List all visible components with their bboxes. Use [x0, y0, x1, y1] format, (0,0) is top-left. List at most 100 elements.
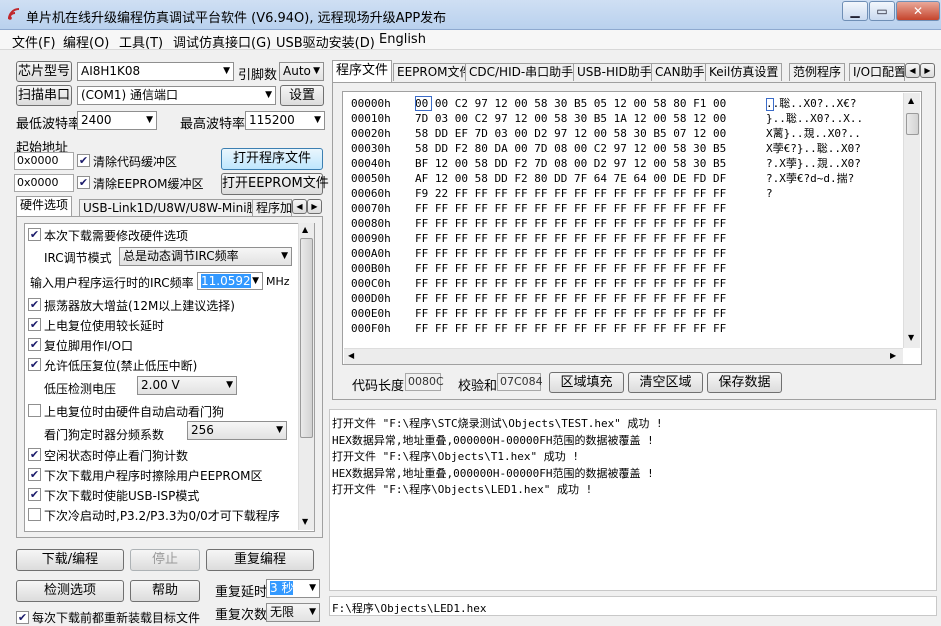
open-eeprom-file-button[interactable]: 打开EEPROM文件 — [221, 173, 329, 195]
hex-horizontal-scrollbar[interactable]: ◀ ▶ — [344, 348, 903, 364]
lvd-voltage-label: 低压检测电压 — [44, 382, 117, 396]
scroll-left-icon[interactable]: ◀ — [348, 351, 354, 360]
scroll-right-icon[interactable]: ▶ — [890, 351, 896, 360]
usb-isp-label: 下次下载时使能USB-ISP模式 — [44, 489, 200, 503]
tab-examples[interactable]: 范例程序 — [789, 63, 846, 81]
help-button[interactable]: 帮助 — [130, 580, 200, 602]
hex-bytes[interactable]: FF FF FF FF FF FF FF FF FF FF FF FF FF F… — [415, 231, 726, 246]
tab-hardware-options[interactable]: 硬件选项 — [16, 196, 73, 217]
tab-can-helper[interactable]: CAN助手 — [651, 63, 709, 81]
tab-scroll-left-icon[interactable]: ◀ — [292, 199, 307, 214]
tab-cdc-hid-serial[interactable]: CDC/HID-串口助手 — [465, 63, 578, 81]
maximize-button[interactable]: ▭ — [869, 1, 895, 21]
tab-io-config[interactable]: I/O口配置 — [849, 63, 905, 81]
hex-bytes[interactable]: FF FF FF FF FF FF FF FF FF FF FF FF FF F… — [415, 261, 726, 276]
menu-program[interactable]: 编程(O) — [63, 32, 109, 51]
detect-options-button[interactable]: 检测选项 — [16, 580, 124, 602]
osc-gain-checkbox[interactable]: ✔ — [28, 298, 41, 311]
scroll-down-icon[interactable]: ▼ — [302, 517, 308, 526]
reprogram-button[interactable]: 重复编程 — [206, 549, 314, 571]
menu-tools[interactable]: 工具(T) — [119, 32, 163, 51]
reset-as-io-checkbox[interactable]: ✔ — [28, 338, 41, 351]
tab-keil-sim[interactable]: Keil仿真设置 — [705, 63, 783, 81]
settings-button[interactable]: 设置 — [280, 85, 324, 106]
cold-start-checkbox[interactable]: ✔ — [28, 508, 41, 521]
open-program-file-button[interactable]: 打开程序文件 — [221, 148, 323, 170]
hex-bytes[interactable]: 00 00 C2 97 12 00 58 30 B5 05 12 00 58 8… — [415, 96, 726, 111]
minimize-button[interactable]: ▁ — [842, 1, 868, 21]
long-delay-checkbox[interactable]: ✔ — [28, 318, 41, 331]
clear-eeprom-checkbox[interactable]: ✔ — [77, 176, 90, 189]
tab-usb-hid-helper[interactable]: USB-HID助手 — [573, 63, 656, 81]
title-bar: 单片机在线升级编程仿真调试平台软件 (V6.94O), 远程现场升级APP发布 … — [0, 0, 941, 30]
clear-region-button[interactable]: 清空区域 — [628, 372, 703, 393]
code-start-address-input[interactable]: 0x0000 — [14, 152, 74, 170]
hex-bytes[interactable]: FF FF FF FF FF FF FF FF FF FF FF FF FF F… — [415, 306, 726, 321]
hw-options-scrollbar[interactable]: ▲ ▼ — [298, 223, 314, 530]
reload-before-download-checkbox[interactable]: ✔ — [16, 611, 29, 624]
region-fill-button[interactable]: 区域填充 — [549, 372, 624, 393]
irc-frequency-select[interactable]: 11.0592 ▼ — [197, 272, 263, 290]
stop-button[interactable]: 停止 — [130, 549, 200, 571]
scan-port-button[interactable]: 扫描串口 — [16, 85, 72, 106]
irc-mode-select[interactable]: 总是动态调节IRC频率 ▼ — [119, 247, 292, 266]
hex-bytes[interactable]: FF FF FF FF FF FF FF FF FF FF FF FF FF F… — [415, 201, 726, 216]
port-select[interactable]: (COM1) 通信端口 ▼ — [77, 86, 276, 105]
hex-bytes[interactable]: FF FF FF FF FF FF FF FF FF FF FF FF FF F… — [415, 246, 726, 261]
hex-bytes[interactable]: AF 12 00 58 DD F2 80 DD 7F 64 7E 64 00 D… — [415, 171, 726, 186]
log-line: 打开文件 "F:\程序\Objects\LED1.hex" 成功 ! — [332, 483, 593, 496]
close-button[interactable]: ✕ — [896, 1, 940, 21]
hex-scroll-thumb[interactable] — [906, 113, 919, 135]
hex-vertical-scrollbar[interactable]: ▲ ▼ — [903, 93, 920, 348]
hex-bytes[interactable]: FF FF FF FF FF FF FF FF FF FF FF FF FF F… — [415, 291, 726, 306]
hex-bytes[interactable]: FF FF FF FF FF FF FF FF FF FF FF FF FF F… — [415, 216, 726, 231]
eeprom-start-address-input[interactable]: 0x0000 — [14, 174, 74, 192]
repeat-count-label: 重复次数 — [215, 608, 268, 623]
menu-file[interactable]: 文件(F) — [12, 32, 56, 51]
tab-scroll-left-icon[interactable]: ◀ — [905, 63, 920, 78]
scroll-up-icon[interactable]: ▲ — [302, 225, 308, 234]
hex-bytes[interactable]: FF FF FF FF FF FF FF FF FF FF FF FF FF F… — [415, 321, 726, 336]
download-program-button[interactable]: 下载/编程 — [16, 549, 124, 571]
clear-code-checkbox[interactable]: ✔ — [77, 154, 90, 167]
chip-model-select[interactable]: AI8H1K08 ▼ — [77, 62, 234, 81]
pin-count-value: Auto — [283, 64, 311, 78]
min-baud-select[interactable]: 2400 ▼ — [77, 111, 157, 130]
hex-bytes[interactable]: BF 12 00 58 DD F2 7D 08 00 D2 97 12 00 5… — [415, 156, 726, 171]
hex-bytes[interactable]: FF FF FF FF FF FF FF FF FF FF FF FF FF F… — [415, 276, 726, 291]
tab-usb-link-offline[interactable]: USB-Link1D/U8W/U8W-Mini脱机 — [79, 199, 275, 217]
hex-bytes[interactable]: 58 DD EF 7D 03 00 D2 97 12 00 58 30 B5 0… — [415, 126, 726, 141]
tab-program-file[interactable]: 程序文件 — [332, 60, 393, 82]
lvd-voltage-select[interactable]: 2.00 V ▼ — [137, 376, 237, 395]
low-voltage-reset-checkbox[interactable]: ✔ — [28, 358, 41, 371]
menu-usb-driver[interactable]: USB驱动安装(D) — [276, 32, 375, 51]
modify-hw-options-checkbox[interactable]: ✔ — [28, 228, 41, 241]
tab-scroll-right-icon[interactable]: ▶ — [307, 199, 322, 214]
hw-options-scroll-thumb[interactable] — [300, 238, 313, 438]
tab-program-encrypt[interactable]: 程序加 — [252, 199, 292, 217]
repeat-count-select[interactable]: 无限 ▼ — [266, 603, 320, 622]
tab-eeprom-file[interactable]: EEPROM文件 — [393, 63, 476, 81]
scroll-down-icon[interactable]: ▼ — [908, 333, 914, 342]
repeat-delay-select[interactable]: 3 秒 ▼ — [266, 579, 320, 598]
menu-english[interactable]: English — [379, 32, 426, 47]
hex-bytes[interactable]: 58 DD F2 80 DA 00 7D 08 00 C2 97 12 00 5… — [415, 141, 726, 156]
hex-bytes[interactable]: 7D 03 00 C2 97 12 00 58 30 B5 1A 12 00 5… — [415, 111, 726, 126]
repeat-delay-label: 重复延时 — [215, 585, 268, 600]
max-baud-select[interactable]: 115200 ▼ — [245, 111, 325, 130]
erase-eeprom-checkbox[interactable]: ✔ — [28, 468, 41, 481]
hw-watchdog-checkbox[interactable]: ✔ — [28, 404, 41, 417]
tab-scroll-right-icon[interactable]: ▶ — [920, 63, 935, 78]
idle-stop-wdt-checkbox[interactable]: ✔ — [28, 448, 41, 461]
clear-eeprom-label: 清除EEPROM缓冲区 — [93, 177, 204, 191]
ascii-cursor — [766, 98, 774, 111]
idle-stop-wdt-label: 空闲状态时停止看门狗计数 — [44, 449, 189, 463]
menu-debug[interactable]: 调试仿真接口(G) — [173, 32, 271, 51]
chip-model-button[interactable]: 芯片型号 — [16, 61, 72, 82]
save-data-button[interactable]: 保存数据 — [707, 372, 782, 393]
hex-bytes[interactable]: F9 22 FF FF FF FF FF FF FF FF FF FF FF F… — [415, 186, 726, 201]
pin-count-select[interactable]: Auto ▼ — [279, 62, 324, 81]
wdt-divider-select[interactable]: 256 ▼ — [187, 421, 287, 440]
scroll-up-icon[interactable]: ▲ — [908, 96, 914, 105]
usb-isp-checkbox[interactable]: ✔ — [28, 488, 41, 501]
